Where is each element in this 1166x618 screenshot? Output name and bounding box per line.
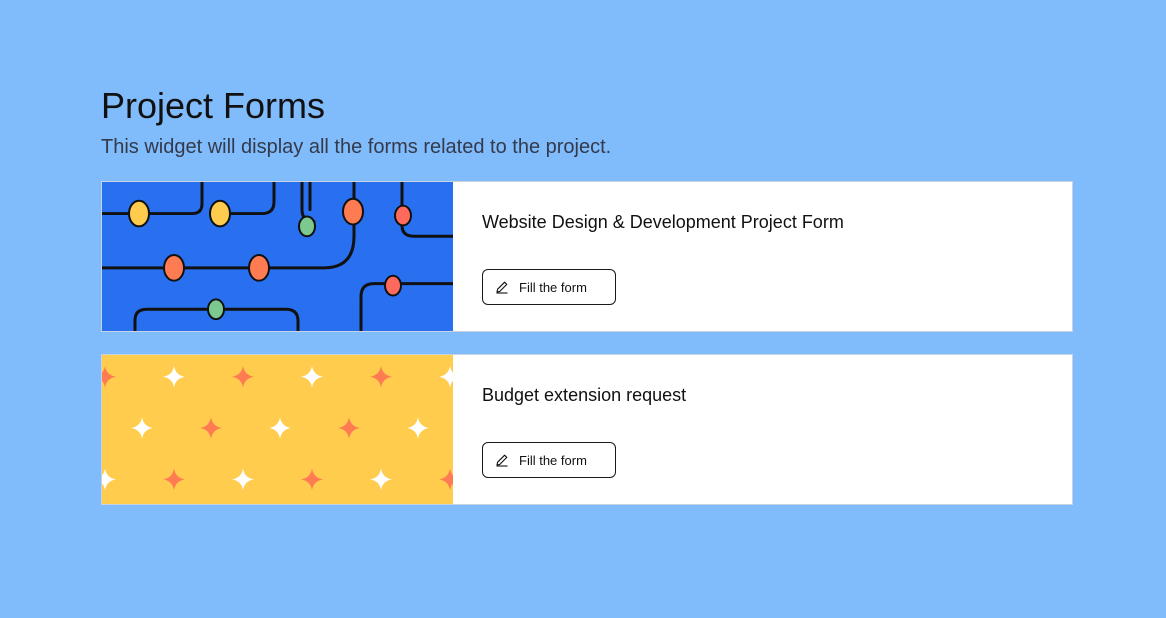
fill-form-button[interactable]: Fill the form xyxy=(482,269,616,305)
pencil-icon xyxy=(496,454,508,467)
page-title: Project Forms xyxy=(101,85,326,126)
form-title: Website Design & Development Project For… xyxy=(482,212,844,232)
fill-form-button-label: Fill the form xyxy=(519,279,587,295)
form-card: Website Design & Development Project For… xyxy=(101,181,1073,332)
fill-form-button-label: Fill the form xyxy=(519,452,587,468)
form-card-body: Budget extension request Fill the form xyxy=(453,355,686,504)
sparkle-banner-image xyxy=(102,355,453,504)
page-subtitle: This widget will display all the forms r… xyxy=(101,136,612,158)
form-card: Budget extension request Fill the form xyxy=(101,354,1073,505)
form-card-body: Website Design & Development Project For… xyxy=(453,182,844,331)
pencil-icon xyxy=(496,281,508,294)
form-list: Website Design & Development Project For… xyxy=(101,181,1073,505)
fill-form-button[interactable]: Fill the form xyxy=(482,442,616,478)
circuit-banner-image xyxy=(102,182,453,331)
project-forms-widget: Project Forms This widget will display a… xyxy=(101,86,1073,527)
form-title: Budget extension request xyxy=(482,385,687,405)
